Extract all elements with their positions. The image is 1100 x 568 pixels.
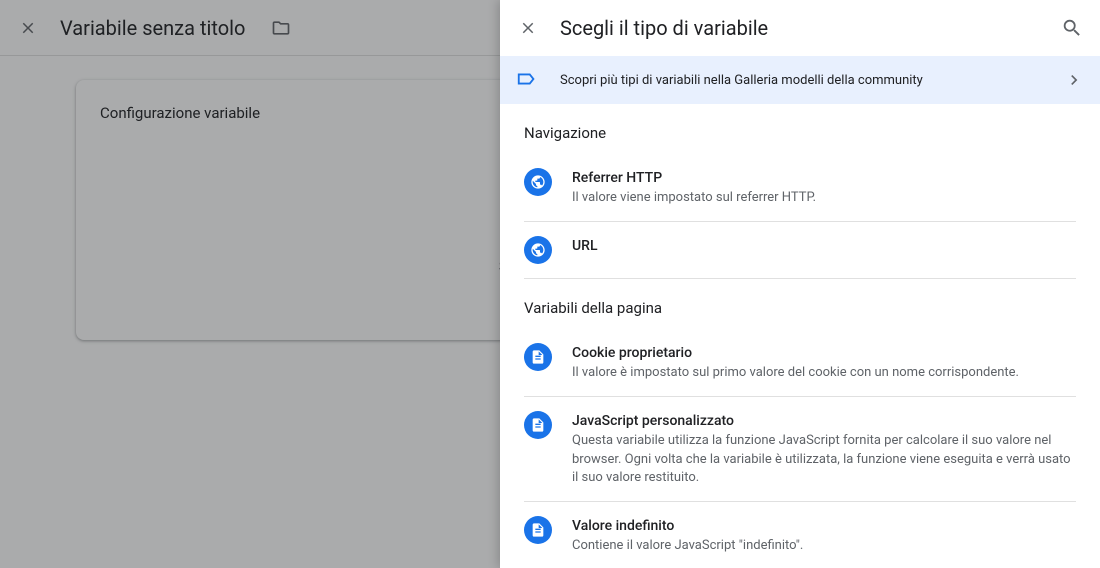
variable-description: Il valore è impostato sul primo valore d…	[572, 364, 1076, 382]
variable-name: Referrer HTTP	[572, 170, 1076, 186]
variable-type-option[interactable]: Valore indefinito Contiene il valore Java…	[524, 501, 1076, 568]
variable-description: Questa variabile utilizza la funzione Ja…	[572, 432, 1076, 487]
variable-type-option[interactable]: Referrer HTTP Il valore viene impostato s…	[524, 154, 1076, 221]
page-icon	[524, 411, 552, 439]
variable-description: Il valore viene impostato sul referrer H…	[572, 189, 1076, 207]
close-icon[interactable]	[516, 16, 540, 40]
search-icon[interactable]	[1060, 16, 1084, 40]
variable-section: Navigazione Referrer HTTP Il valore viene …	[500, 104, 1100, 279]
variable-type-option[interactable]: JavaScript personalizzato Questa variabil…	[524, 396, 1076, 501]
variable-name: URL	[572, 238, 1076, 254]
variable-name: Cookie proprietario	[572, 345, 1076, 361]
variable-type-option[interactable]: Cookie proprietario Il valore è impostato…	[524, 329, 1076, 396]
chevron-right-icon	[1064, 70, 1084, 90]
variable-name: Valore indefinito	[572, 518, 1076, 534]
page-icon	[524, 343, 552, 371]
community-gallery-banner[interactable]: Scopri più tipi di variabili nella Galle…	[500, 56, 1100, 104]
variable-type-option[interactable]: URL	[524, 221, 1076, 279]
section-title: Variabili della pagina	[524, 299, 1076, 317]
page-icon	[524, 516, 552, 544]
globe-icon	[524, 236, 552, 264]
variable-section: Variabili della pagina Cookie proprietari…	[500, 279, 1100, 568]
gallery-text: Scopri più tipi di variabili nella Galle…	[560, 73, 1044, 88]
section-title: Navigazione	[524, 124, 1076, 142]
variable-type-panel: Scegli il tipo di variabile Scopri più t…	[500, 0, 1100, 568]
variable-description: Contiene il valore JavaScript "indefinit…	[572, 537, 1076, 555]
tag-icon	[516, 68, 540, 92]
variable-name: JavaScript personalizzato	[572, 413, 1076, 429]
panel-title: Scegli il tipo di variabile	[560, 16, 1040, 40]
globe-icon	[524, 168, 552, 196]
